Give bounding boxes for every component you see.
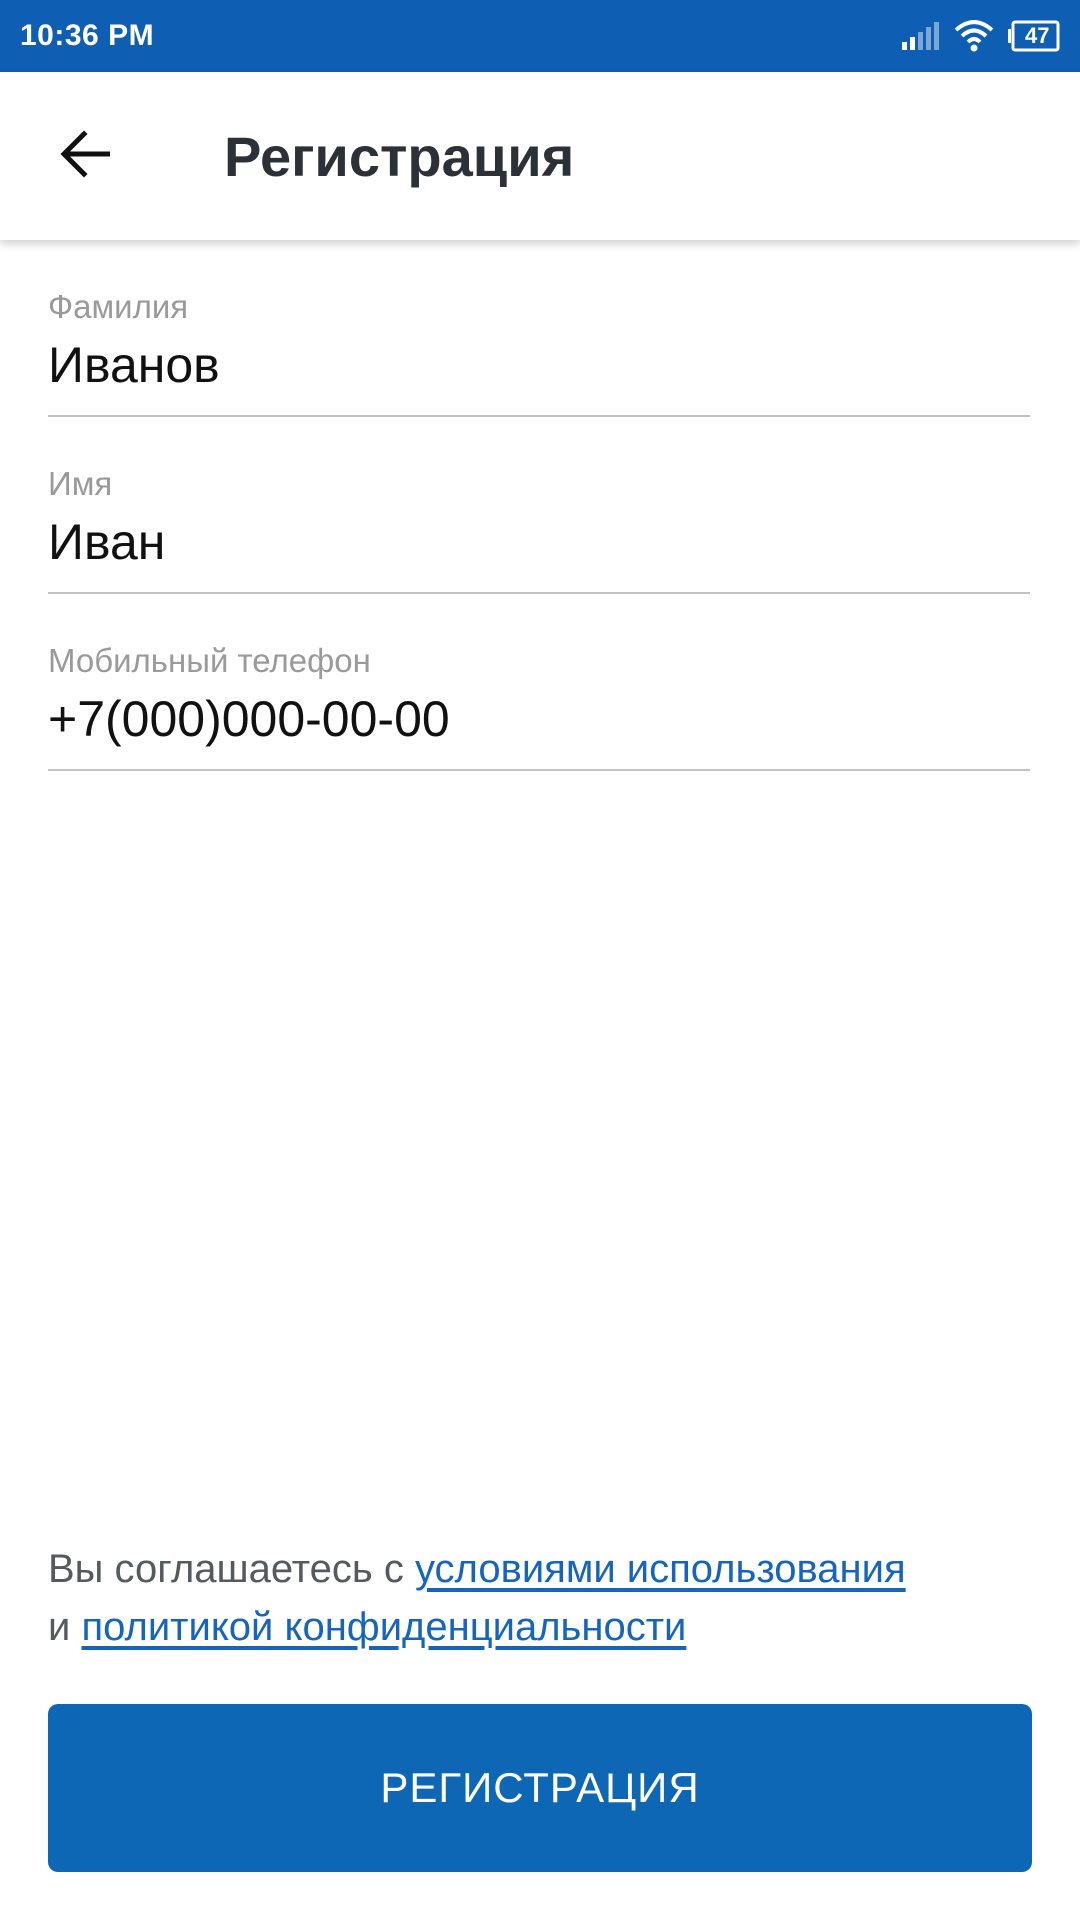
first-name-input[interactable] — [48, 503, 1030, 573]
last-name-label: Фамилия — [48, 288, 189, 325]
back-button[interactable] — [40, 111, 130, 201]
wifi-icon — [954, 20, 994, 52]
privacy-policy-link[interactable]: политикой конфиденциальности — [81, 1605, 686, 1649]
page-title: Регистрация — [224, 124, 575, 188]
battery-level: 47 — [1025, 23, 1050, 48]
phone-label: Мобильный телефон — [48, 642, 371, 679]
first-name-field: Имя — [48, 417, 1030, 594]
registration-form: Фамилия Имя Мобильный телефон — [48, 240, 1030, 771]
terms-prefix: Вы соглашаетесь с — [48, 1547, 415, 1591]
terms-of-use-link[interactable]: условиями использования — [415, 1547, 906, 1591]
last-name-field: Фамилия — [48, 240, 1030, 417]
phone-underline — [48, 769, 1030, 771]
back-arrow-icon — [58, 129, 112, 183]
terms-text: Вы соглашаетесь с условиями использовани… — [48, 1540, 1038, 1656]
phone-input[interactable] — [48, 680, 1030, 750]
terms-connector: и — [48, 1605, 82, 1649]
signal-icon — [900, 22, 940, 50]
status-time: 10:36 PM — [20, 19, 155, 52]
battery-icon: 47 — [1008, 20, 1060, 52]
first-name-label: Имя — [48, 465, 113, 502]
status-bar: 10:36 PM 47 — [0, 0, 1080, 72]
register-button[interactable]: РЕГИСТРАЦИЯ — [48, 1704, 1032, 1872]
status-icons: 47 — [900, 20, 1060, 52]
app-bar: Регистрация — [0, 72, 1080, 240]
last-name-input[interactable] — [48, 326, 1030, 396]
phone-field: Мобильный телефон — [48, 594, 1030, 771]
